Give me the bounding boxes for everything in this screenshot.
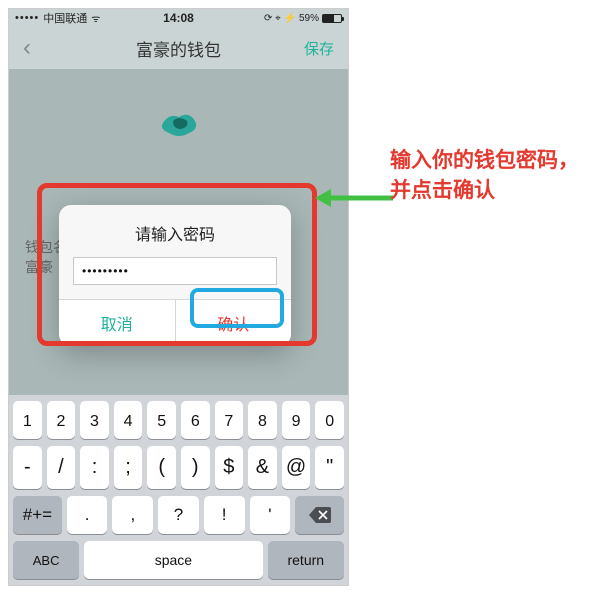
- key-rparen[interactable]: ): [181, 446, 210, 489]
- key-8[interactable]: 8: [248, 401, 277, 439]
- kb-row-4: ABC space return: [13, 541, 344, 579]
- key-space[interactable]: space: [84, 541, 262, 579]
- status-right-icons: ⟳ ⌖ ⚡: [264, 13, 296, 24]
- key-comma[interactable]: ,: [112, 496, 153, 534]
- key-return[interactable]: return: [268, 541, 344, 579]
- back-icon[interactable]: ‹: [23, 36, 31, 60]
- backspace-icon: [309, 507, 331, 523]
- key-exclaim[interactable]: !: [204, 496, 245, 534]
- status-bar: ••••• 中国联通 ᯤ 14:08 ⟳ ⌖ ⚡ 59%: [9, 9, 348, 27]
- key-colon[interactable]: :: [80, 446, 109, 489]
- key-lparen[interactable]: (: [147, 446, 176, 489]
- kb-row-2: - / : ; ( ) $ & @ ": [13, 446, 344, 489]
- kb-row-3: #+= . , ? ! ': [13, 496, 344, 534]
- dialog-title: 请输入密码: [59, 205, 291, 257]
- key-symbol-switch[interactable]: #+=: [13, 496, 62, 534]
- kb-row-1: 1 2 3 4 5 6 7 8 9 0: [13, 401, 344, 439]
- confirm-button[interactable]: 确认: [176, 300, 292, 346]
- annotation-text: 输入你的钱包密码，并点击确认: [390, 146, 586, 207]
- key-dollar[interactable]: $: [215, 446, 244, 489]
- signal-dots: •••••: [15, 12, 39, 24]
- key-0[interactable]: 0: [315, 401, 344, 439]
- key-6[interactable]: 6: [181, 401, 210, 439]
- ios-keyboard: 1 2 3 4 5 6 7 8 9 0 - / : ; ( ) $ & @ " …: [9, 395, 348, 585]
- carrier-label: 中国联通: [43, 10, 87, 26]
- dialog-buttons: 取消 确认: [59, 299, 291, 346]
- key-semicolon[interactable]: ;: [114, 446, 143, 489]
- battery-percent: 59%: [299, 13, 319, 24]
- key-4[interactable]: 4: [114, 401, 143, 439]
- key-quote[interactable]: ": [315, 446, 344, 489]
- wifi-icon: ᯤ: [91, 11, 100, 25]
- wallet-logo-icon: [159, 111, 199, 139]
- password-dialog: 请输入密码 取消 确认: [59, 205, 291, 346]
- nav-bar: ‹ 富豪的钱包 保存: [9, 27, 348, 69]
- annotation-arrow-icon: [315, 186, 393, 210]
- password-input[interactable]: [73, 257, 277, 285]
- key-1[interactable]: 1: [13, 401, 42, 439]
- battery-icon: [322, 14, 342, 23]
- cancel-button[interactable]: 取消: [59, 300, 176, 346]
- key-question[interactable]: ?: [158, 496, 199, 534]
- phone-frame: ••••• 中国联通 ᯤ 14:08 ⟳ ⌖ ⚡ 59% ‹ 富豪的钱包 保存 …: [8, 8, 349, 586]
- key-5[interactable]: 5: [147, 401, 176, 439]
- key-at[interactable]: @: [282, 446, 311, 489]
- key-9[interactable]: 9: [282, 401, 311, 439]
- key-apostrophe[interactable]: ': [250, 496, 291, 534]
- key-period[interactable]: .: [67, 496, 108, 534]
- key-dash[interactable]: -: [13, 446, 42, 489]
- key-7[interactable]: 7: [215, 401, 244, 439]
- key-3[interactable]: 3: [80, 401, 109, 439]
- key-2[interactable]: 2: [47, 401, 76, 439]
- save-button[interactable]: 保存: [304, 38, 334, 59]
- page-title: 富豪的钱包: [136, 36, 221, 61]
- key-backspace[interactable]: [295, 496, 344, 534]
- key-abc[interactable]: ABC: [13, 541, 79, 579]
- key-slash[interactable]: /: [47, 446, 76, 489]
- key-amp[interactable]: &: [248, 446, 277, 489]
- status-time: 14:08: [163, 11, 194, 25]
